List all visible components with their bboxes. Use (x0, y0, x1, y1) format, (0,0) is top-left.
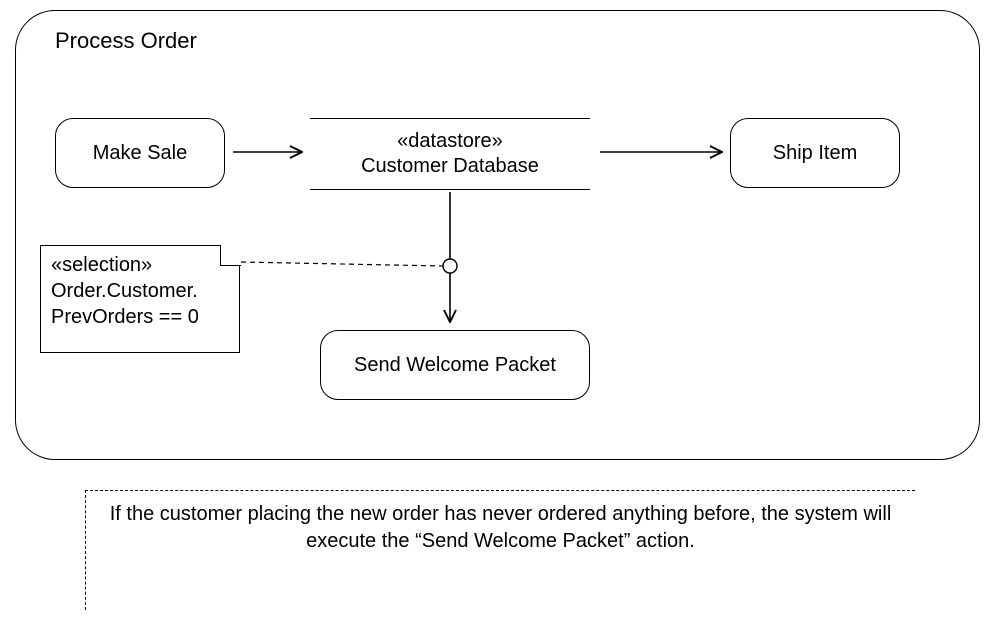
explanation-text: If the customer placing the new order ha… (110, 503, 892, 552)
datastore-stereotype: «datastore» (397, 129, 503, 154)
note-line-3: PrevOrders == 0 (51, 304, 231, 330)
note-line-2: Order.Customer. (51, 278, 231, 304)
action-make-sale-label: Make Sale (93, 142, 188, 165)
datastore-customer-db: «datastore» Customer Database (310, 118, 590, 190)
action-make-sale: Make Sale (55, 118, 225, 188)
action-send-welcome: Send Welcome Packet (320, 330, 590, 400)
selection-note: «selection» Order.Customer. PrevOrders =… (40, 245, 240, 353)
action-ship-item: Ship Item (730, 118, 900, 188)
action-send-welcome-label: Send Welcome Packet (354, 354, 556, 377)
note-stereotype: «selection» (51, 252, 231, 278)
explanation-box: If the customer placing the new order ha… (85, 490, 915, 610)
note-fold-icon (220, 245, 241, 266)
action-ship-item-label: Ship Item (773, 142, 857, 165)
datastore-name: Customer Database (361, 154, 539, 179)
diagram-canvas: Process Order Make Sale «datastore» Cust… (0, 0, 1000, 618)
activity-title: Process Order (55, 28, 197, 54)
